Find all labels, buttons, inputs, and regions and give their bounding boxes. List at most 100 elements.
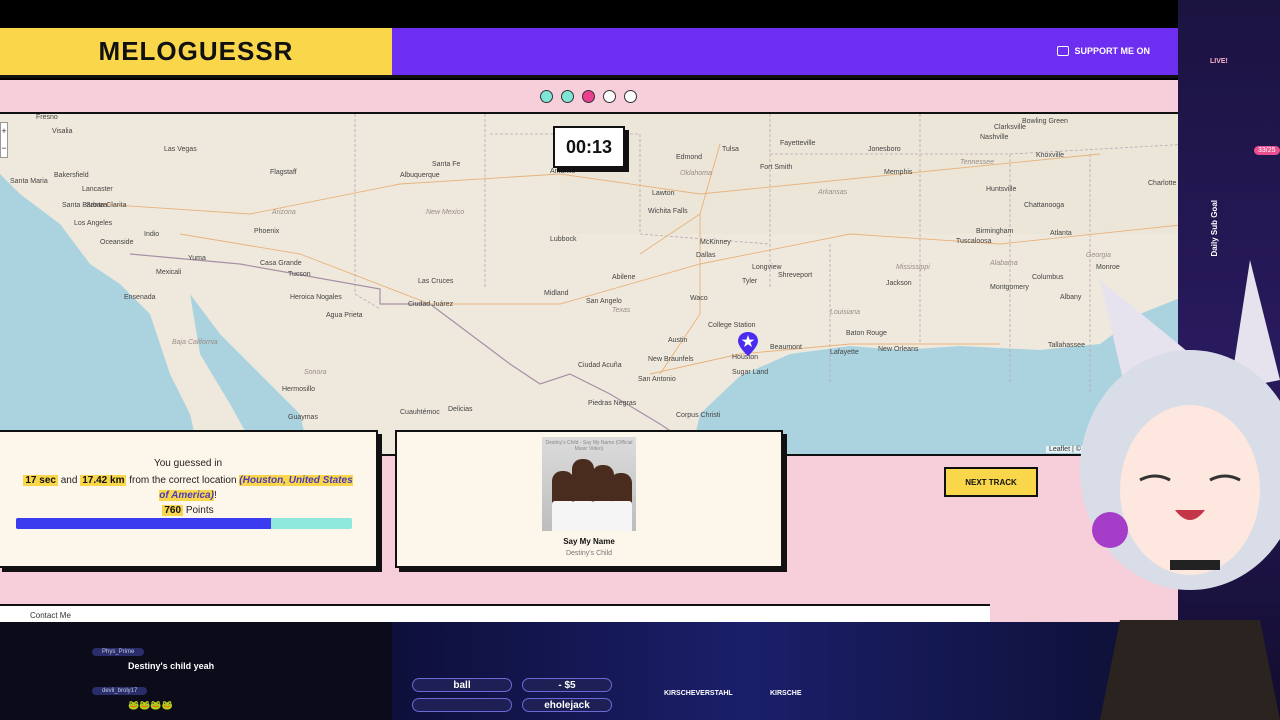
result-from: from the correct location [129,475,237,486]
map-label: Jonesboro [868,146,901,153]
album-cover: Destiny's Child - Say My Name (Official … [542,437,636,531]
round-timer: 00:13 [553,126,625,168]
map-label: Tyler [742,278,758,285]
map-label: Heroica Nogales [290,294,342,301]
map-label: Waco [690,295,708,302]
map-label: Lancaster [82,186,113,193]
map-label: Lafayette [830,349,859,356]
state-label: Tennessee [960,159,994,166]
map-label: San Antonio [638,376,676,383]
result-exclaim: ! [213,490,217,501]
map-label: Bakersfield [54,172,89,179]
map-label: Edmond [676,154,703,161]
empty-slot [412,698,512,712]
map-label: McKinney [700,239,731,246]
vtuber-avatar [1080,260,1280,720]
result-and: and [60,475,78,486]
map-label: Tucson [288,271,311,278]
cover-detail [610,501,632,531]
guess-distance: 17.42 km [80,475,127,486]
zoom-in-button[interactable]: + [1,123,7,140]
discord-handle: KIRSCHE [770,690,802,697]
map-label: Wichita Falls [648,208,688,215]
chat-username: Phys_Prime [92,648,145,656]
map-label: Knoxville [1036,152,1065,159]
map-label: Albuquerque [400,172,440,179]
map-label: Fort Smith [760,164,793,171]
stream-frame: MELOGUESSR SUPPORT ME ON Fresno Visalia … [0,0,1280,720]
map-label: Cuauhtémoc [400,409,440,416]
result-summary: 17 sec and 17.42 km from the correct loc… [0,473,376,518]
map-label: Dallas [696,252,716,259]
map-label: Fresno [36,114,58,121]
map-label: Jackson [886,280,912,287]
map-label: Santa Maria [10,178,48,185]
map-label: Amarillo [550,168,576,175]
map-label: Shreveport [778,272,813,279]
state-label: Louisiana [830,309,860,316]
latest-sub: eholejack [522,698,612,712]
round-progress [540,90,637,103]
map-label: College Station [708,322,756,329]
map-label: Ensenada [124,294,156,301]
chat-panel: Phys_Prime Destiny's child yeah devil_br… [0,622,392,720]
score-bar [16,518,352,529]
map-label: Ciudad Juárez [408,301,454,308]
zoom-out-button[interactable]: − [1,140,7,157]
map-label: New Braunfels [648,356,694,363]
chat-message: Phys_Prime Destiny's child yeah [92,640,214,671]
map-label: Bowling Green [1022,118,1068,125]
map-label: Mexicali [156,269,182,276]
round-dot-4 [603,90,616,103]
map-label: San Angelo [586,298,622,305]
map-label: Midland [544,290,569,297]
map-label: Birmingham [976,228,1014,235]
map-label: Beaumont [770,344,802,351]
map-label: Tulsa [722,146,739,153]
guess-pin-icon [738,332,758,356]
kofi-icon [1057,46,1070,56]
map-label: Santa Clarita [86,202,127,209]
map-label: Clarksville [994,124,1026,131]
state-label: Arizona [272,209,296,216]
map-zoom-controls[interactable]: + − [0,122,8,158]
app-header: MELOGUESSR SUPPORT ME ON [0,28,1190,80]
points-value: 760 [162,505,184,516]
map-label: Lawton [652,190,675,197]
support-link[interactable]: SUPPORT ME ON [1057,46,1150,56]
latest-tip: - $5 [522,678,612,692]
map-label: Austin [668,337,688,344]
header-bar: SUPPORT ME ON [392,28,1190,78]
song-title: Say My Name [563,537,615,546]
guess-time: 17 sec [23,475,58,486]
round-dot-3 [582,90,595,103]
map-label: New Orleans [878,346,919,353]
sub-goal-count: 33/25 [1254,146,1280,155]
map-label: Abilene [612,274,636,281]
state-label: New Mexico [426,209,465,216]
chat-text: 🐸🐸🐸🐸 [128,700,173,710]
map-label: Delicias [448,406,473,413]
map-label: Flagstaff [270,169,297,176]
chat-text: Destiny's child yeah [128,661,215,671]
artist-name: Destiny's Child [565,550,613,557]
map-label: Agua Prieta [326,312,363,319]
result-card: You guessed in 17 sec and 17.42 km from … [0,430,378,568]
map-label: Baton Rouge [846,330,887,337]
twitter-handle: KIRSCHEVERSTAHL [664,690,733,697]
logo-text: MELOGUESSR [98,36,294,66]
map-label: Las Cruces [418,278,454,285]
map-label: Fayetteville [780,140,816,147]
live-badge: LIVE! [1210,58,1228,65]
map-label: Casa Grande [260,260,302,267]
support-label: SUPPORT ME ON [1074,46,1150,56]
map-label: Chattanooga [1024,202,1065,209]
map-label: Los Angeles [74,220,113,227]
cover-detail [572,501,594,531]
contact-link[interactable]: Contact Me [30,611,71,620]
chat-message: devil_broly17 🐸🐸🐸🐸 [92,679,173,711]
logo[interactable]: MELOGUESSR [0,28,392,78]
round-dot-5 [624,90,637,103]
map-label: Yuma [188,255,206,262]
state-label: Oklahoma [680,170,712,177]
